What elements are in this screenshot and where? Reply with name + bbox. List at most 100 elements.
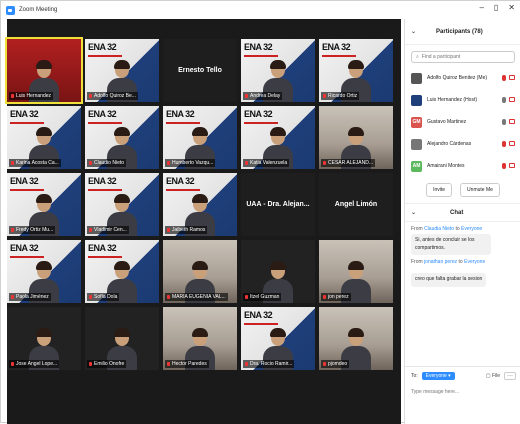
muted-mic-icon	[89, 227, 92, 232]
video-tile[interactable]: Dra. Rocio Ramir...	[241, 307, 315, 370]
tile-name-label: Emilio Onofre	[87, 360, 127, 368]
muted-mic-icon	[89, 160, 92, 165]
tile-name-label: Andrea Delay	[243, 92, 283, 100]
tile-name-label: Hector Paredes	[165, 360, 209, 368]
video-tile[interactable]: Fredy Ortiz Mu...	[7, 173, 81, 236]
camera-icon	[509, 141, 515, 146]
muted-mic-icon	[245, 361, 248, 366]
video-tile[interactable]: Luis Hernandez	[5, 37, 83, 104]
video-tile[interactable]: Ricardo Ortiz	[319, 39, 393, 102]
video-tile[interactable]: Paola Jiménez	[7, 240, 81, 303]
video-tile[interactable]: Jaibeth Ramos	[163, 173, 237, 236]
avatar	[411, 94, 422, 106]
close-button[interactable]: ✕	[508, 3, 515, 12]
tile-name-label: Fredy Ortiz Mu...	[9, 226, 56, 234]
video-tile[interactable]: Karina Acosta Ca...	[7, 106, 81, 169]
message-sender-line: From Claudia Nieto to Everyone	[411, 226, 515, 232]
tile-name-text: Jose Angel Lope...	[16, 361, 58, 367]
avatar: AM	[411, 160, 422, 172]
muted-mic-icon	[89, 294, 92, 299]
tile-name-text: MARIA EUGENIA VAL...	[172, 294, 226, 300]
microphone-icon	[502, 97, 506, 103]
camera-icon	[509, 163, 515, 168]
microphone-icon	[502, 163, 506, 169]
video-tile[interactable]: MARIA EUGENIA VAL...	[163, 240, 237, 303]
video-tile[interactable]: Adolfo Quiroz Be...	[85, 39, 159, 102]
video-tile[interactable]: pjomdeo	[319, 307, 393, 370]
tile-name-label: Itzel Guzman	[243, 293, 282, 301]
tile-name-text: Andrea Delay	[250, 93, 281, 99]
tile-name-text: Claudio Nieto	[94, 160, 125, 166]
invite-button[interactable]: Invite	[426, 183, 453, 197]
chat-message: From jonathan perez to Everyone creo que …	[405, 255, 520, 287]
to-label: To:	[411, 373, 418, 379]
participant-row[interactable]: GM Gustavo Martinez	[405, 111, 520, 133]
video-tile[interactable]: Ernesto Tello	[163, 39, 237, 102]
microphone-icon	[502, 119, 506, 125]
tile-name-label: Claudio Nieto	[87, 159, 127, 167]
minimize-button[interactable]: –	[479, 3, 483, 12]
tile-name-label: Katia Valenzuela	[243, 159, 290, 167]
video-tile[interactable]: Humberto Vazqu...	[163, 106, 237, 169]
title-bar: Zoom Meeting – ▯ ✕	[1, 1, 520, 19]
video-tile[interactable]: Katia Valenzuela	[241, 106, 315, 169]
side-panel: ⌄ Participants (78) ⌕ Adolfo Quiroz Beni…	[404, 19, 520, 424]
video-tile[interactable]: Andrea Delay	[241, 39, 315, 102]
sender-name[interactable]: jonathan perez	[424, 259, 457, 265]
video-tile[interactable]: CESAR ALEJAND...	[319, 106, 393, 169]
video-tile[interactable]: UAA - Dra. Alejan...	[241, 173, 315, 236]
video-tile[interactable]: Hector Paredes	[163, 307, 237, 370]
video-tile[interactable]: Jose Angel Lope...	[7, 307, 81, 370]
video-tile[interactable]: Sofía Dola	[85, 240, 159, 303]
unmute-me-button[interactable]: Unmute Me	[460, 183, 500, 197]
participant-name: Adolfo Quiroz Benitez (Me)	[427, 75, 488, 81]
tile-name-text: Hector Paredes	[172, 361, 207, 367]
file-button[interactable]: ▢ File	[486, 373, 500, 379]
tile-name-label: MARIA EUGENIA VAL...	[165, 293, 228, 301]
participant-name: Luis Hernandez (Host)	[427, 97, 478, 103]
video-tile[interactable]: jon perez	[319, 240, 393, 303]
tile-name-label: Karina Acosta Ca...	[9, 159, 61, 167]
chat-message-input[interactable]	[411, 389, 511, 395]
search-input[interactable]	[421, 54, 510, 60]
tile-name-label: Jaibeth Ramos	[165, 226, 208, 234]
muted-mic-icon	[323, 93, 326, 98]
muted-mic-icon	[323, 160, 326, 165]
tile-name-label: Paola Jiménez	[9, 293, 51, 301]
tile-name-text: Luis Hernandez	[16, 93, 52, 99]
muted-mic-icon	[245, 93, 248, 98]
from-label: From	[411, 226, 423, 232]
participant-row[interactable]: Alejandro Cárdenas	[405, 133, 520, 155]
muted-mic-icon	[11, 361, 14, 366]
recipient-select[interactable]: Everyone ▾	[421, 372, 455, 380]
maximize-button[interactable]: ▯	[494, 3, 498, 12]
tile-name-text: Karina Acosta Ca...	[16, 160, 59, 166]
recipient-name: Everyone	[461, 226, 483, 232]
video-tile[interactable]: Claudio Nieto	[85, 106, 159, 169]
more-options-button[interactable]: ···	[504, 372, 516, 380]
video-tile[interactable]: Angel Limón	[319, 173, 393, 236]
participant-row[interactable]: Luis Hernandez (Host)	[405, 89, 520, 111]
message-text: Si, antes de concluir se los compartimos…	[411, 234, 491, 255]
chevron-down-icon[interactable]: ⌄	[411, 209, 416, 216]
tile-name-label: Adolfo Quiroz Be...	[87, 92, 138, 100]
muted-mic-icon	[11, 160, 14, 165]
tile-name-text: CESAR ALEJAND...	[328, 160, 374, 166]
participant-name-display: UAA - Dra. Alejan...	[241, 173, 315, 236]
video-tile[interactable]: Vladimir Cen...	[85, 173, 159, 236]
participant-row[interactable]: AM Amairani Montes	[405, 155, 520, 177]
message-text: creo que falta grabar la sesion	[411, 273, 487, 287]
tile-name-label: Sofía Dola	[87, 293, 120, 301]
participant-row[interactable]: Adolfo Quiroz Benitez (Me)	[405, 67, 520, 89]
zoom-app-icon	[6, 5, 15, 15]
video-tile[interactable]: Itzel Guzman	[241, 240, 315, 303]
tile-name-text: Vladimir Cen...	[94, 227, 127, 233]
muted-mic-icon	[167, 361, 170, 366]
video-tile[interactable]: Emilio Onofre	[85, 307, 159, 370]
participant-search[interactable]: ⌕	[411, 51, 515, 63]
chevron-down-icon[interactable]: ⌄	[411, 28, 416, 35]
muted-mic-icon	[167, 294, 170, 299]
muted-mic-icon	[11, 93, 14, 98]
muted-mic-icon	[89, 93, 92, 98]
sender-name[interactable]: Claudia Nieto	[424, 226, 454, 232]
